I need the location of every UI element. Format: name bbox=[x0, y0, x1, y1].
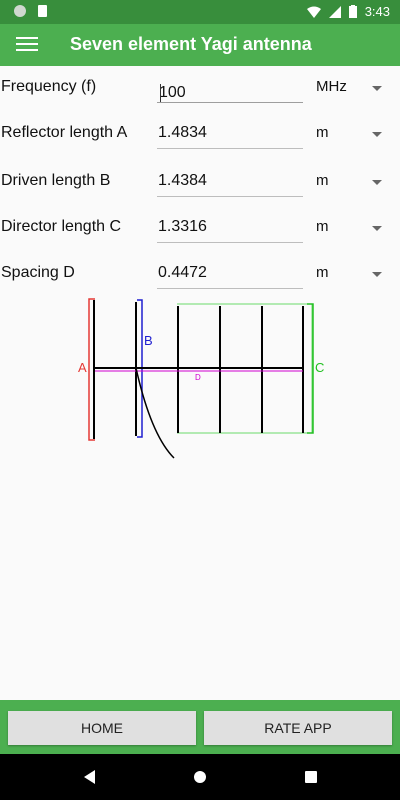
system-nav-bar bbox=[0, 754, 400, 800]
dropdown-arrow-icon[interactable] bbox=[372, 180, 382, 185]
home-button[interactable]: HOME bbox=[8, 711, 196, 745]
frequency-label: Frequency (f) bbox=[1, 78, 97, 95]
battery-icon bbox=[348, 5, 357, 18]
spacing-row: Spacing D 0.4472 m bbox=[0, 254, 400, 294]
dropdown-arrow-icon[interactable] bbox=[372, 272, 382, 277]
app-title: Seven element Yagi antenna bbox=[70, 34, 312, 54]
dropdown-arrow-icon[interactable] bbox=[372, 226, 382, 231]
director-unit-dropdown[interactable]: m bbox=[316, 218, 356, 235]
frequency-row: Frequency (f) 100 MHz bbox=[0, 68, 400, 108]
label-c: C bbox=[315, 360, 324, 375]
status-time: 3:43 bbox=[364, 4, 390, 19]
yagi-antenna-diagram: A B C D bbox=[78, 298, 324, 459]
sd-card-icon bbox=[38, 5, 47, 17]
hamburger-menu-icon[interactable] bbox=[16, 34, 38, 56]
label-b: B bbox=[144, 333, 153, 348]
label-a: A bbox=[78, 360, 87, 375]
reflector-input[interactable]: 1.4834 bbox=[157, 118, 303, 149]
director-row: Director length C 1.3316 m bbox=[0, 208, 400, 248]
director-label: Director length C bbox=[1, 218, 122, 235]
driven-label: Driven length B bbox=[1, 172, 111, 189]
frequency-input[interactable]: 100 bbox=[157, 72, 303, 103]
recents-icon[interactable] bbox=[305, 771, 317, 783]
dropdown-arrow-icon[interactable] bbox=[372, 132, 382, 137]
spacing-input[interactable]: 0.4472 bbox=[157, 258, 303, 289]
notification-dot-icon bbox=[14, 5, 26, 17]
wifi-icon bbox=[306, 6, 321, 18]
reflector-unit-dropdown[interactable]: m bbox=[316, 124, 356, 141]
driven-row: Driven length B 1.4384 m bbox=[0, 162, 400, 202]
status-bar: 3:43 bbox=[0, 0, 400, 24]
label-d: D bbox=[195, 373, 201, 382]
director-input[interactable]: 1.3316 bbox=[157, 212, 303, 243]
text-cursor bbox=[160, 84, 161, 102]
bottom-bar: HOME RATE APP bbox=[0, 700, 400, 754]
rate-app-button[interactable]: RATE APP bbox=[204, 711, 392, 745]
signal-icon bbox=[328, 5, 341, 18]
app-bar: Seven element Yagi antenna bbox=[0, 24, 400, 66]
frequency-unit-dropdown[interactable]: MHz bbox=[316, 78, 356, 95]
spacing-label: Spacing D bbox=[1, 264, 75, 281]
reflector-row: Reflector length A 1.4834 m bbox=[0, 114, 400, 154]
dropdown-arrow-icon[interactable] bbox=[372, 86, 382, 91]
home-nav-icon[interactable] bbox=[193, 770, 207, 784]
spacing-unit-dropdown[interactable]: m bbox=[316, 264, 356, 281]
driven-input[interactable]: 1.4384 bbox=[157, 166, 303, 197]
reflector-label: Reflector length A bbox=[1, 124, 128, 141]
back-icon[interactable] bbox=[84, 770, 96, 784]
driven-unit-dropdown[interactable]: m bbox=[316, 172, 356, 189]
